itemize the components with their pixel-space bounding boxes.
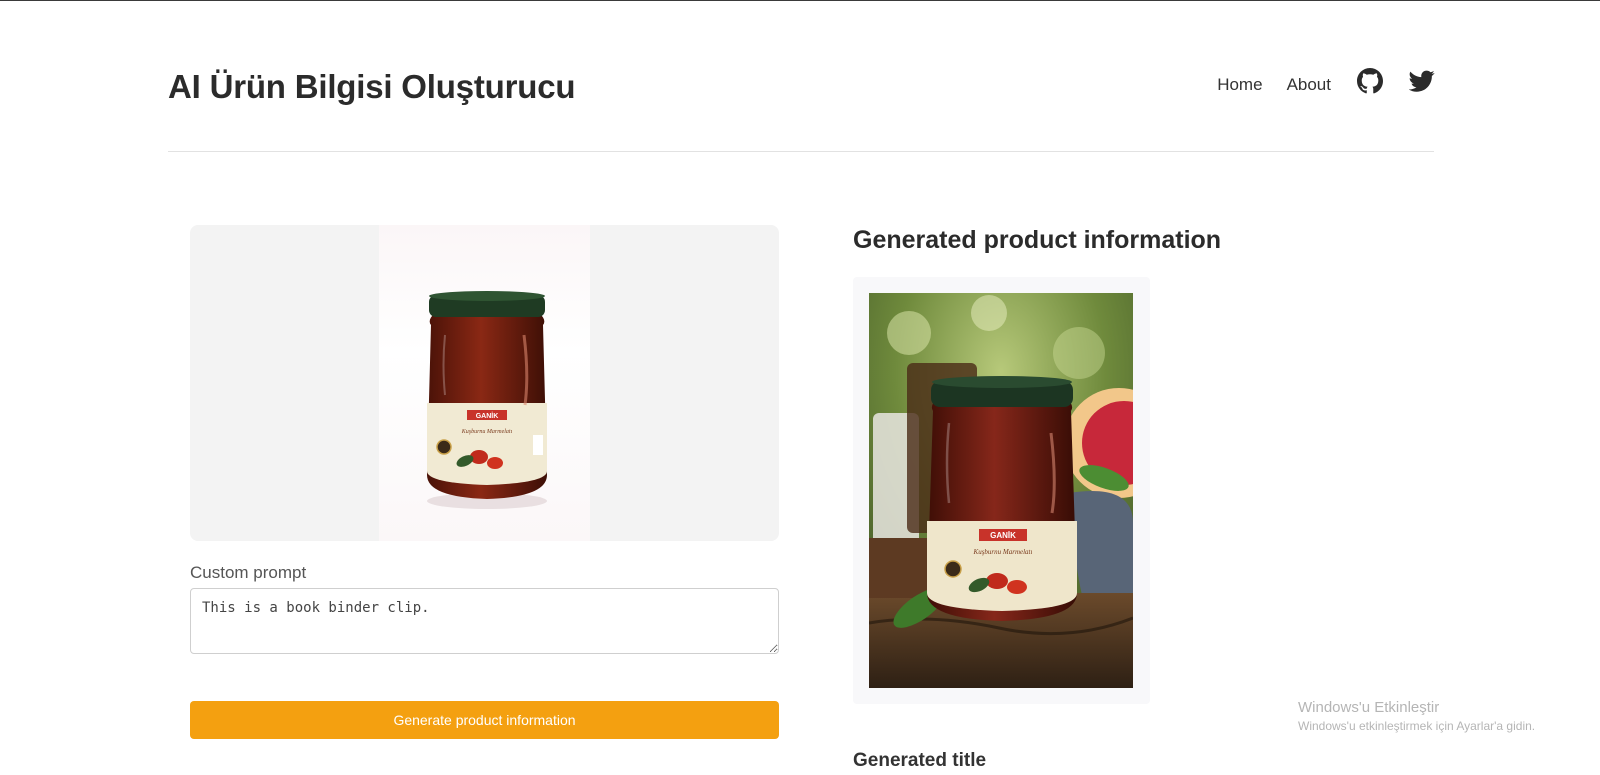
generated-product-image: GANİK Kuşburnu Marmelatı [869,293,1133,688]
nav-home-link[interactable]: Home [1217,75,1262,95]
uploaded-product-image: GANİK Kuşburnu Marmelatı [379,225,590,541]
generated-title-label: Generated title [853,750,987,771]
nav-about-link[interactable]: About [1287,75,1331,95]
windows-activation-watermark: Windows'u Etkinleştir Windows'u etkinleş… [1298,699,1535,733]
activation-subtitle: Windows'u etkinleştirmek için Ayarlar'a … [1298,719,1536,733]
svg-text:GANİK: GANİK [990,531,1016,540]
custom-prompt-input[interactable] [190,588,779,654]
twitter-icon[interactable] [1408,68,1435,94]
activation-title: Windows'u Etkinleştir [1298,699,1440,716]
image-upload-area[interactable]: GANİK Kuşburnu Marmelatı [190,225,779,541]
generated-image-card: GANİK Kuşburnu Marmelatı [853,277,1150,704]
svg-text:Kuşburnu Marmelatı: Kuşburnu Marmelatı [973,548,1033,556]
result-heading: Generated product information [853,226,1222,254]
header-divider [168,151,1434,152]
window-top-border [0,0,1600,1]
svg-text:Kuşburnu Marmelatı: Kuşburnu Marmelatı [461,429,513,435]
generate-product-info-button[interactable]: Generate product information [190,701,779,739]
site-title: AI Ürün Bilgisi Oluşturucu [168,68,576,105]
custom-prompt-label: Custom prompt [190,563,307,582]
svg-text:GANİK: GANİK [476,412,499,420]
main-nav: Home About [1217,68,1435,98]
github-icon[interactable] [1357,68,1383,94]
